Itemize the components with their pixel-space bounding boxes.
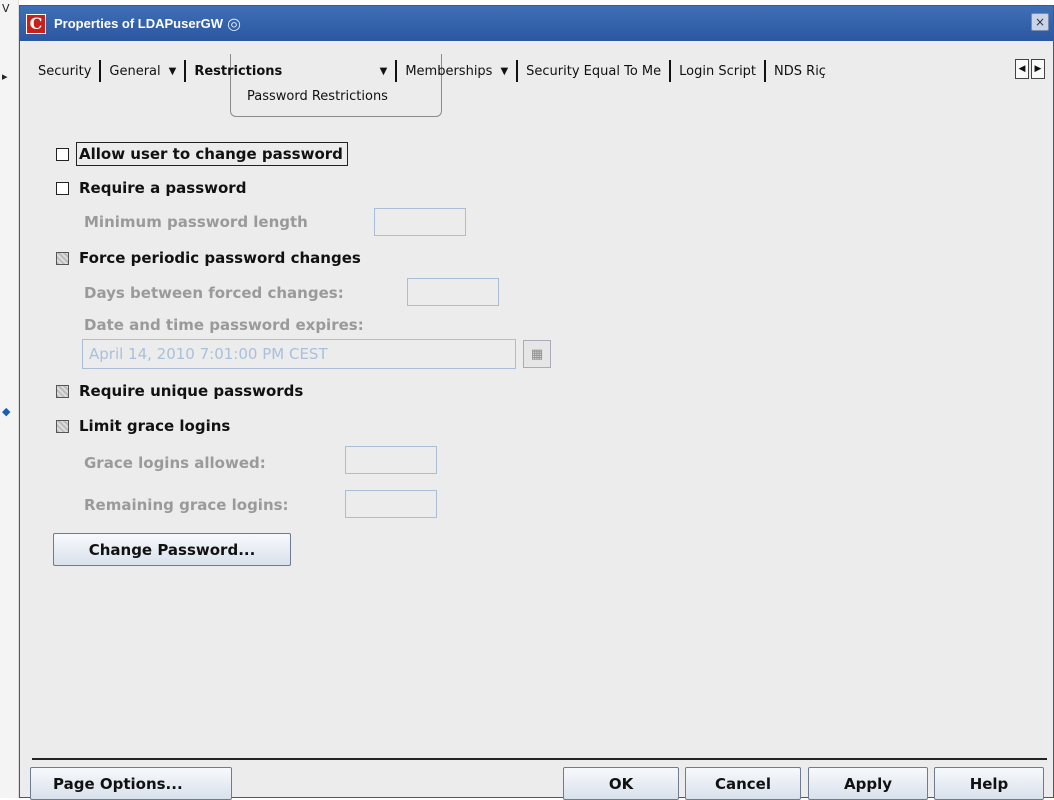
desktop-cursor-icon: ◆	[2, 405, 11, 418]
tab-label: NDS Riç	[774, 63, 826, 79]
expires-label: Date and time password expires:	[84, 316, 364, 334]
tab-general[interactable]: General ▼	[101, 60, 187, 82]
dropdown-arrow-icon[interactable]: ▼	[380, 66, 388, 77]
page-options-button[interactable]: Page Options...	[30, 767, 232, 800]
properties-dialog: C Properties of LDAPuserGW ◎ × Security …	[19, 5, 1054, 800]
grace-allowed-field[interactable]	[345, 446, 437, 474]
require-password-checkbox[interactable]	[56, 181, 69, 195]
unique-label: Require unique passwords	[79, 382, 304, 400]
tab-label: Security Equal To Me	[526, 63, 662, 79]
days-between-label: Days between forced changes:	[84, 284, 344, 302]
scroll-left-icon[interactable]: ◀	[1015, 59, 1029, 79]
force-periodic-checkbox[interactable]	[56, 251, 69, 265]
grace-checkbox[interactable]	[56, 419, 69, 433]
tab-memberships[interactable]: Memberships ▼	[397, 60, 519, 82]
title-swirl-icon: ◎	[227, 14, 241, 33]
desktop-background: V ▸ ◆	[0, 0, 19, 798]
tab-label: Security	[38, 63, 92, 79]
days-between-field[interactable]	[407, 278, 499, 306]
tab-restrictions[interactable]: Restrictions ▼	[186, 60, 398, 82]
subtab-password-restrictions[interactable]: Password Restrictions	[247, 89, 388, 104]
grace-remaining-field[interactable]	[345, 490, 437, 518]
tab-label: Memberships	[405, 63, 493, 79]
window-title: Properties of LDAPuserGW	[54, 16, 224, 31]
force-periodic-row[interactable]: Force periodic password changes	[56, 249, 361, 267]
expires-date-field[interactable]: April 14, 2010 7:01:00 PM CEST	[82, 339, 516, 369]
calendar-icon[interactable]: ▦	[523, 340, 551, 368]
tab-security[interactable]: Security	[30, 60, 102, 82]
require-password-label: Require a password	[79, 179, 247, 197]
tab-nds-rights[interactable]: NDS Riç	[766, 60, 858, 82]
min-length-field[interactable]	[374, 208, 466, 236]
scroll-right-icon[interactable]: ▶	[1031, 59, 1045, 79]
change-password-button[interactable]: Change Password...	[53, 533, 291, 566]
tab-bar: Security General ▼ Restrictions ▼ Membersh…	[30, 59, 858, 83]
desktop-icon: V	[2, 2, 10, 15]
allow-change-row[interactable]: Allow user to change password	[56, 142, 348, 166]
grace-label: Limit grace logins	[79, 417, 231, 435]
grace-remaining-label: Remaining grace logins:	[84, 496, 289, 514]
title-bar[interactable]: C Properties of LDAPuserGW ◎ ×	[20, 6, 1053, 41]
tab-scroll-controls: ◀ ▶	[1015, 59, 1045, 79]
footer-divider	[32, 758, 1047, 760]
unique-row[interactable]: Require unique passwords	[56, 382, 303, 400]
grace-allowed-label: Grace logins allowed:	[84, 454, 266, 472]
force-periodic-label: Force periodic password changes	[79, 249, 361, 267]
tab-label: Login Script	[679, 63, 757, 79]
app-icon: C	[26, 13, 46, 34]
unique-checkbox[interactable]	[56, 384, 69, 398]
dropdown-arrow-icon[interactable]: ▼	[169, 66, 177, 77]
cancel-button[interactable]: Cancel	[685, 767, 801, 800]
desktop-arrow-icon: ▸	[2, 70, 8, 83]
tab-login-script[interactable]: Login Script	[671, 60, 767, 82]
dropdown-arrow-icon[interactable]: ▼	[500, 66, 508, 77]
require-password-row[interactable]: Require a password	[56, 179, 246, 197]
allow-change-checkbox[interactable]	[56, 147, 69, 161]
tab-security-equal-to-me[interactable]: Security Equal To Me	[518, 60, 672, 82]
allow-change-label: Allow user to change password	[76, 142, 348, 166]
ok-button[interactable]: OK	[563, 767, 679, 800]
help-button[interactable]: Help	[934, 767, 1044, 800]
apply-button[interactable]: Apply	[808, 767, 928, 800]
tab-label: General	[109, 63, 161, 79]
min-length-label: Minimum password length	[84, 213, 308, 231]
grace-row[interactable]: Limit grace logins	[56, 417, 230, 435]
close-button[interactable]: ×	[1031, 13, 1049, 31]
tab-label: Restrictions	[194, 63, 283, 79]
